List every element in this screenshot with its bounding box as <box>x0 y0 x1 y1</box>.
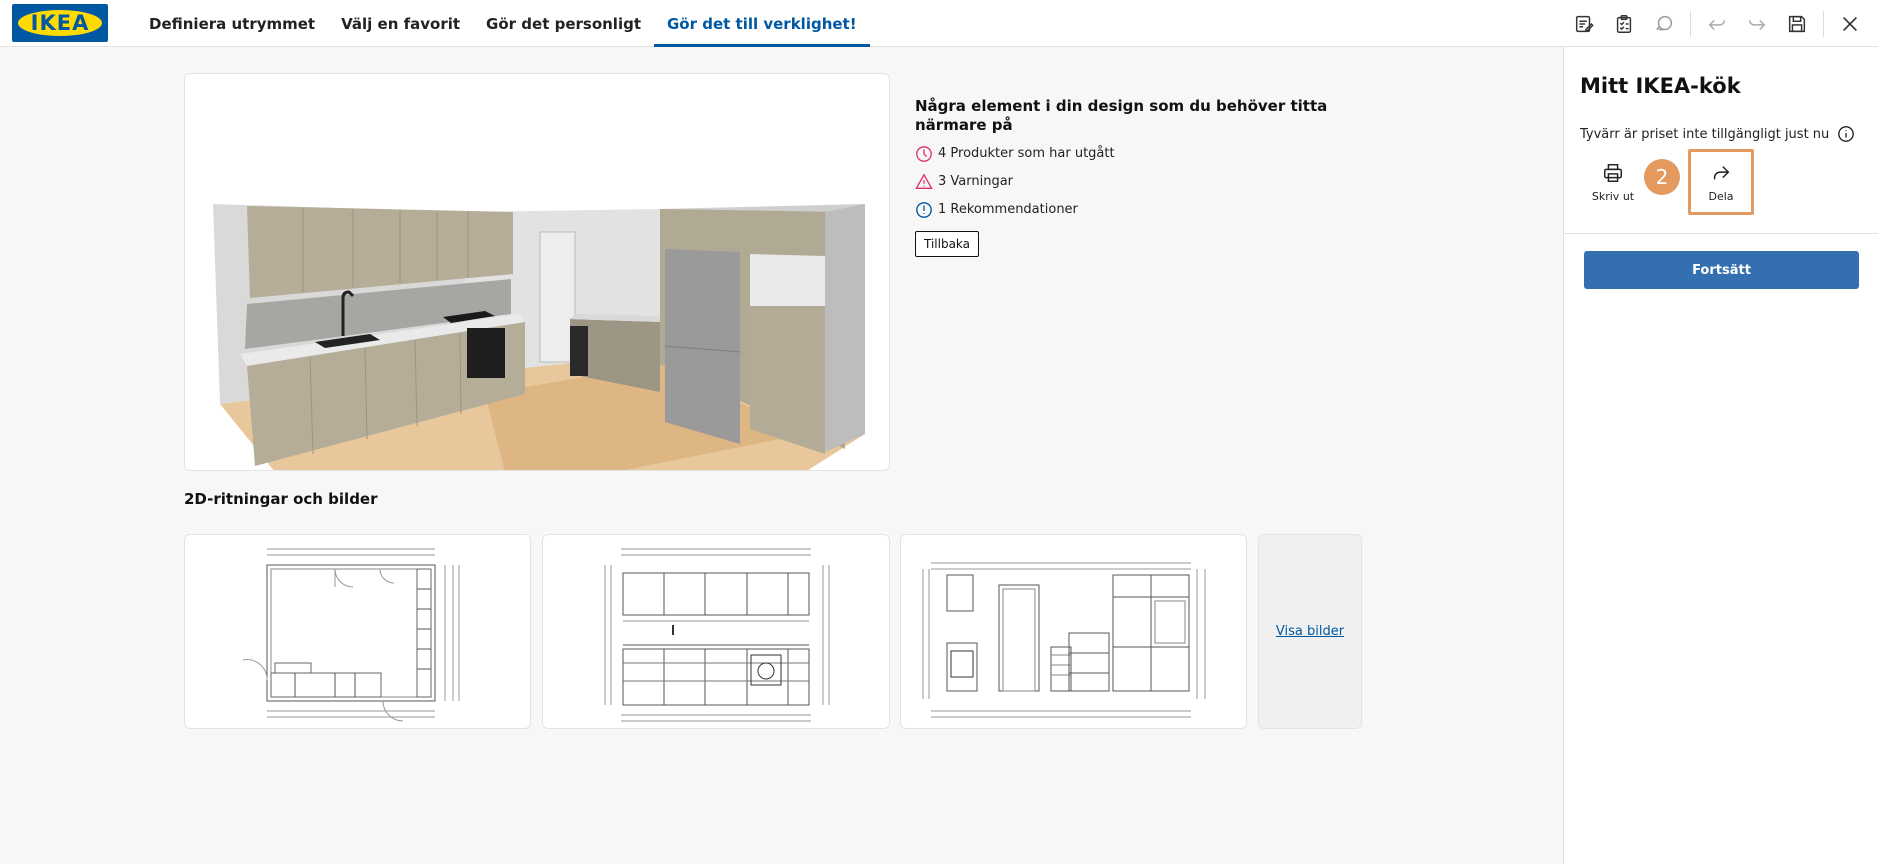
panel-title: Mitt IKEA-kök <box>1580 74 1741 98</box>
checklist-icon <box>1616 14 1632 33</box>
tab-make-it-real[interactable]: Gör det till verklighet! <box>654 0 870 47</box>
kitchen-illustration <box>213 204 865 470</box>
panel-divider <box>1564 233 1878 234</box>
close-icon <box>1842 16 1858 31</box>
floor-plan-drawing <box>242 548 460 722</box>
warning-icon <box>915 172 933 189</box>
redo-icon <box>1748 19 1766 30</box>
notes-icon <box>1575 15 1594 32</box>
sink-wall-elevation-drawing <box>604 548 830 722</box>
undo-icon <box>1708 19 1726 30</box>
show-images-link[interactable]: Visa bilder <box>1276 624 1344 639</box>
top-bar: IKEA Definiera utrymmet Välj en favorit … <box>0 0 1878 47</box>
save-icon <box>1788 15 1806 32</box>
more-images-card: Visa bilder <box>1258 534 1362 729</box>
tab-choose-favorite[interactable]: Välj en favorit <box>328 0 473 47</box>
print-button[interactable]: Skriv ut <box>1580 149 1646 215</box>
redo-button[interactable] <box>1737 0 1777 47</box>
undo-button[interactable] <box>1697 0 1737 47</box>
drawing-floor-plan[interactable] <box>184 534 531 729</box>
design-issues: Några element i din design som du behöve… <box>915 97 1335 257</box>
tab-define-space[interactable]: Definiera utrymmet <box>136 0 328 47</box>
drawing-elevation-door-wall[interactable] <box>900 534 1247 729</box>
toolbar-separator <box>1690 10 1691 37</box>
summary-panel: Mitt IKEA-kök Tyvärr är priset inte till… <box>1563 47 1878 864</box>
checklist-button[interactable] <box>1604 0 1644 47</box>
clock-icon <box>916 145 932 162</box>
info-icon[interactable] <box>1837 125 1855 143</box>
rotate-view-button[interactable] <box>1644 0 1684 47</box>
issue-warnings-label: 3 Varningar <box>938 174 1014 189</box>
kitchen-3d-render[interactable] <box>184 73 890 471</box>
back-button[interactable]: Tillbaka <box>915 231 980 257</box>
save-button[interactable] <box>1777 0 1817 47</box>
close-button[interactable] <box>1830 0 1870 47</box>
issue-recommendations[interactable]: 1 Rekommendationer <box>915 200 1335 219</box>
drawing-elevation-sink-wall[interactable] <box>542 534 890 729</box>
tab-personalize[interactable]: Gör det personligt <box>473 0 654 47</box>
price-note-text: Tyvärr är priset inte tillgängligt just … <box>1580 126 1830 142</box>
toolbar-separator <box>1823 10 1824 37</box>
issue-recommendations-label: 1 Rekommendationer <box>938 202 1078 217</box>
logo-text: IKEA <box>30 11 90 35</box>
issues-title: Några element i din design som du behöve… <box>915 97 1328 134</box>
door-wall-elevation-drawing <box>922 562 1206 718</box>
print-label: Skriv ut <box>1591 189 1635 203</box>
drawings-title: 2D-ritningar och bilder <box>184 490 378 508</box>
step-badge: 2 <box>1644 159 1680 195</box>
notes-button[interactable] <box>1564 0 1604 47</box>
issue-warnings[interactable]: 3 Varningar <box>915 172 1335 191</box>
continue-button[interactable]: Fortsätt <box>1584 251 1859 289</box>
info-icon <box>916 201 932 218</box>
issue-discontinued[interactable]: 4 Produkter som har utgått <box>915 144 1335 163</box>
rotate-view-icon <box>1656 15 1673 30</box>
printer-icon <box>1604 163 1622 182</box>
ikea-logo[interactable]: IKEA <box>12 4 108 42</box>
share-icon <box>1713 165 1730 179</box>
share-label: Dela <box>1708 189 1734 203</box>
issue-discontinued-label: 4 Produkter som har utgått <box>938 146 1115 161</box>
toolbar <box>1564 0 1878 47</box>
step-navigation: Definiera utrymmet Välj en favorit Gör d… <box>136 0 870 47</box>
price-note: Tyvärr är priset inte tillgängligt just … <box>1580 125 1855 143</box>
share-button[interactable]: Dela <box>1688 149 1754 215</box>
